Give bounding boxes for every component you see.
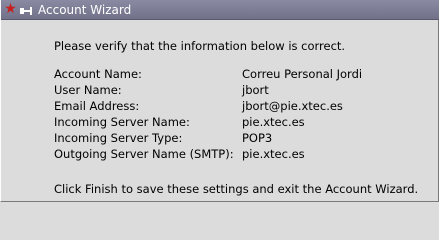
incoming-server-type-label: Incoming Server Type:: [54, 131, 183, 145]
pin-icon[interactable]: [19, 3, 34, 17]
wizard-page: Please verify that the information below…: [1, 20, 439, 202]
detail-row-account-name: Account Name: Correu Personal Jordi: [54, 67, 424, 83]
user-name-value: jbort: [242, 83, 269, 97]
account-name-value: Correu Personal Jordi: [242, 67, 363, 81]
finish-instructions: Click Finish to save these settings and …: [54, 182, 419, 196]
star-icon[interactable]: ★: [3, 2, 18, 17]
user-name-label: User Name:: [54, 83, 122, 97]
detail-row-incoming-server-type: Incoming Server Type: POP3: [54, 131, 424, 147]
outgoing-server-name-label: Outgoing Server Name (SMTP):: [54, 147, 234, 161]
title-bar[interactable]: ★ Account Wizard: [1, 0, 439, 20]
detail-row-outgoing-server-name: Outgoing Server Name (SMTP): pie.xtec.es: [54, 147, 424, 163]
detail-row-incoming-server-name: Incoming Server Name: pie.xtec.es: [54, 115, 424, 131]
incoming-server-name-label: Incoming Server Name:: [54, 115, 190, 129]
detail-row-user-name: User Name: jbort: [54, 83, 424, 99]
intro-text: Please verify that the information below…: [54, 39, 346, 53]
account-wizard-window: ★ Account Wizard Please verify that the …: [0, 0, 439, 202]
incoming-server-name-value: pie.xtec.es: [242, 115, 305, 129]
outgoing-server-name-value: pie.xtec.es: [242, 147, 305, 161]
window-title: Account Wizard: [38, 3, 132, 17]
email-address-label: Email Address:: [54, 99, 140, 113]
account-name-label: Account Name:: [54, 67, 142, 81]
incoming-server-type-value: POP3: [242, 131, 273, 145]
email-address-value: jbort@pie.xtec.es: [242, 99, 343, 113]
detail-row-email-address: Email Address: jbort@pie.xtec.es: [54, 99, 424, 115]
